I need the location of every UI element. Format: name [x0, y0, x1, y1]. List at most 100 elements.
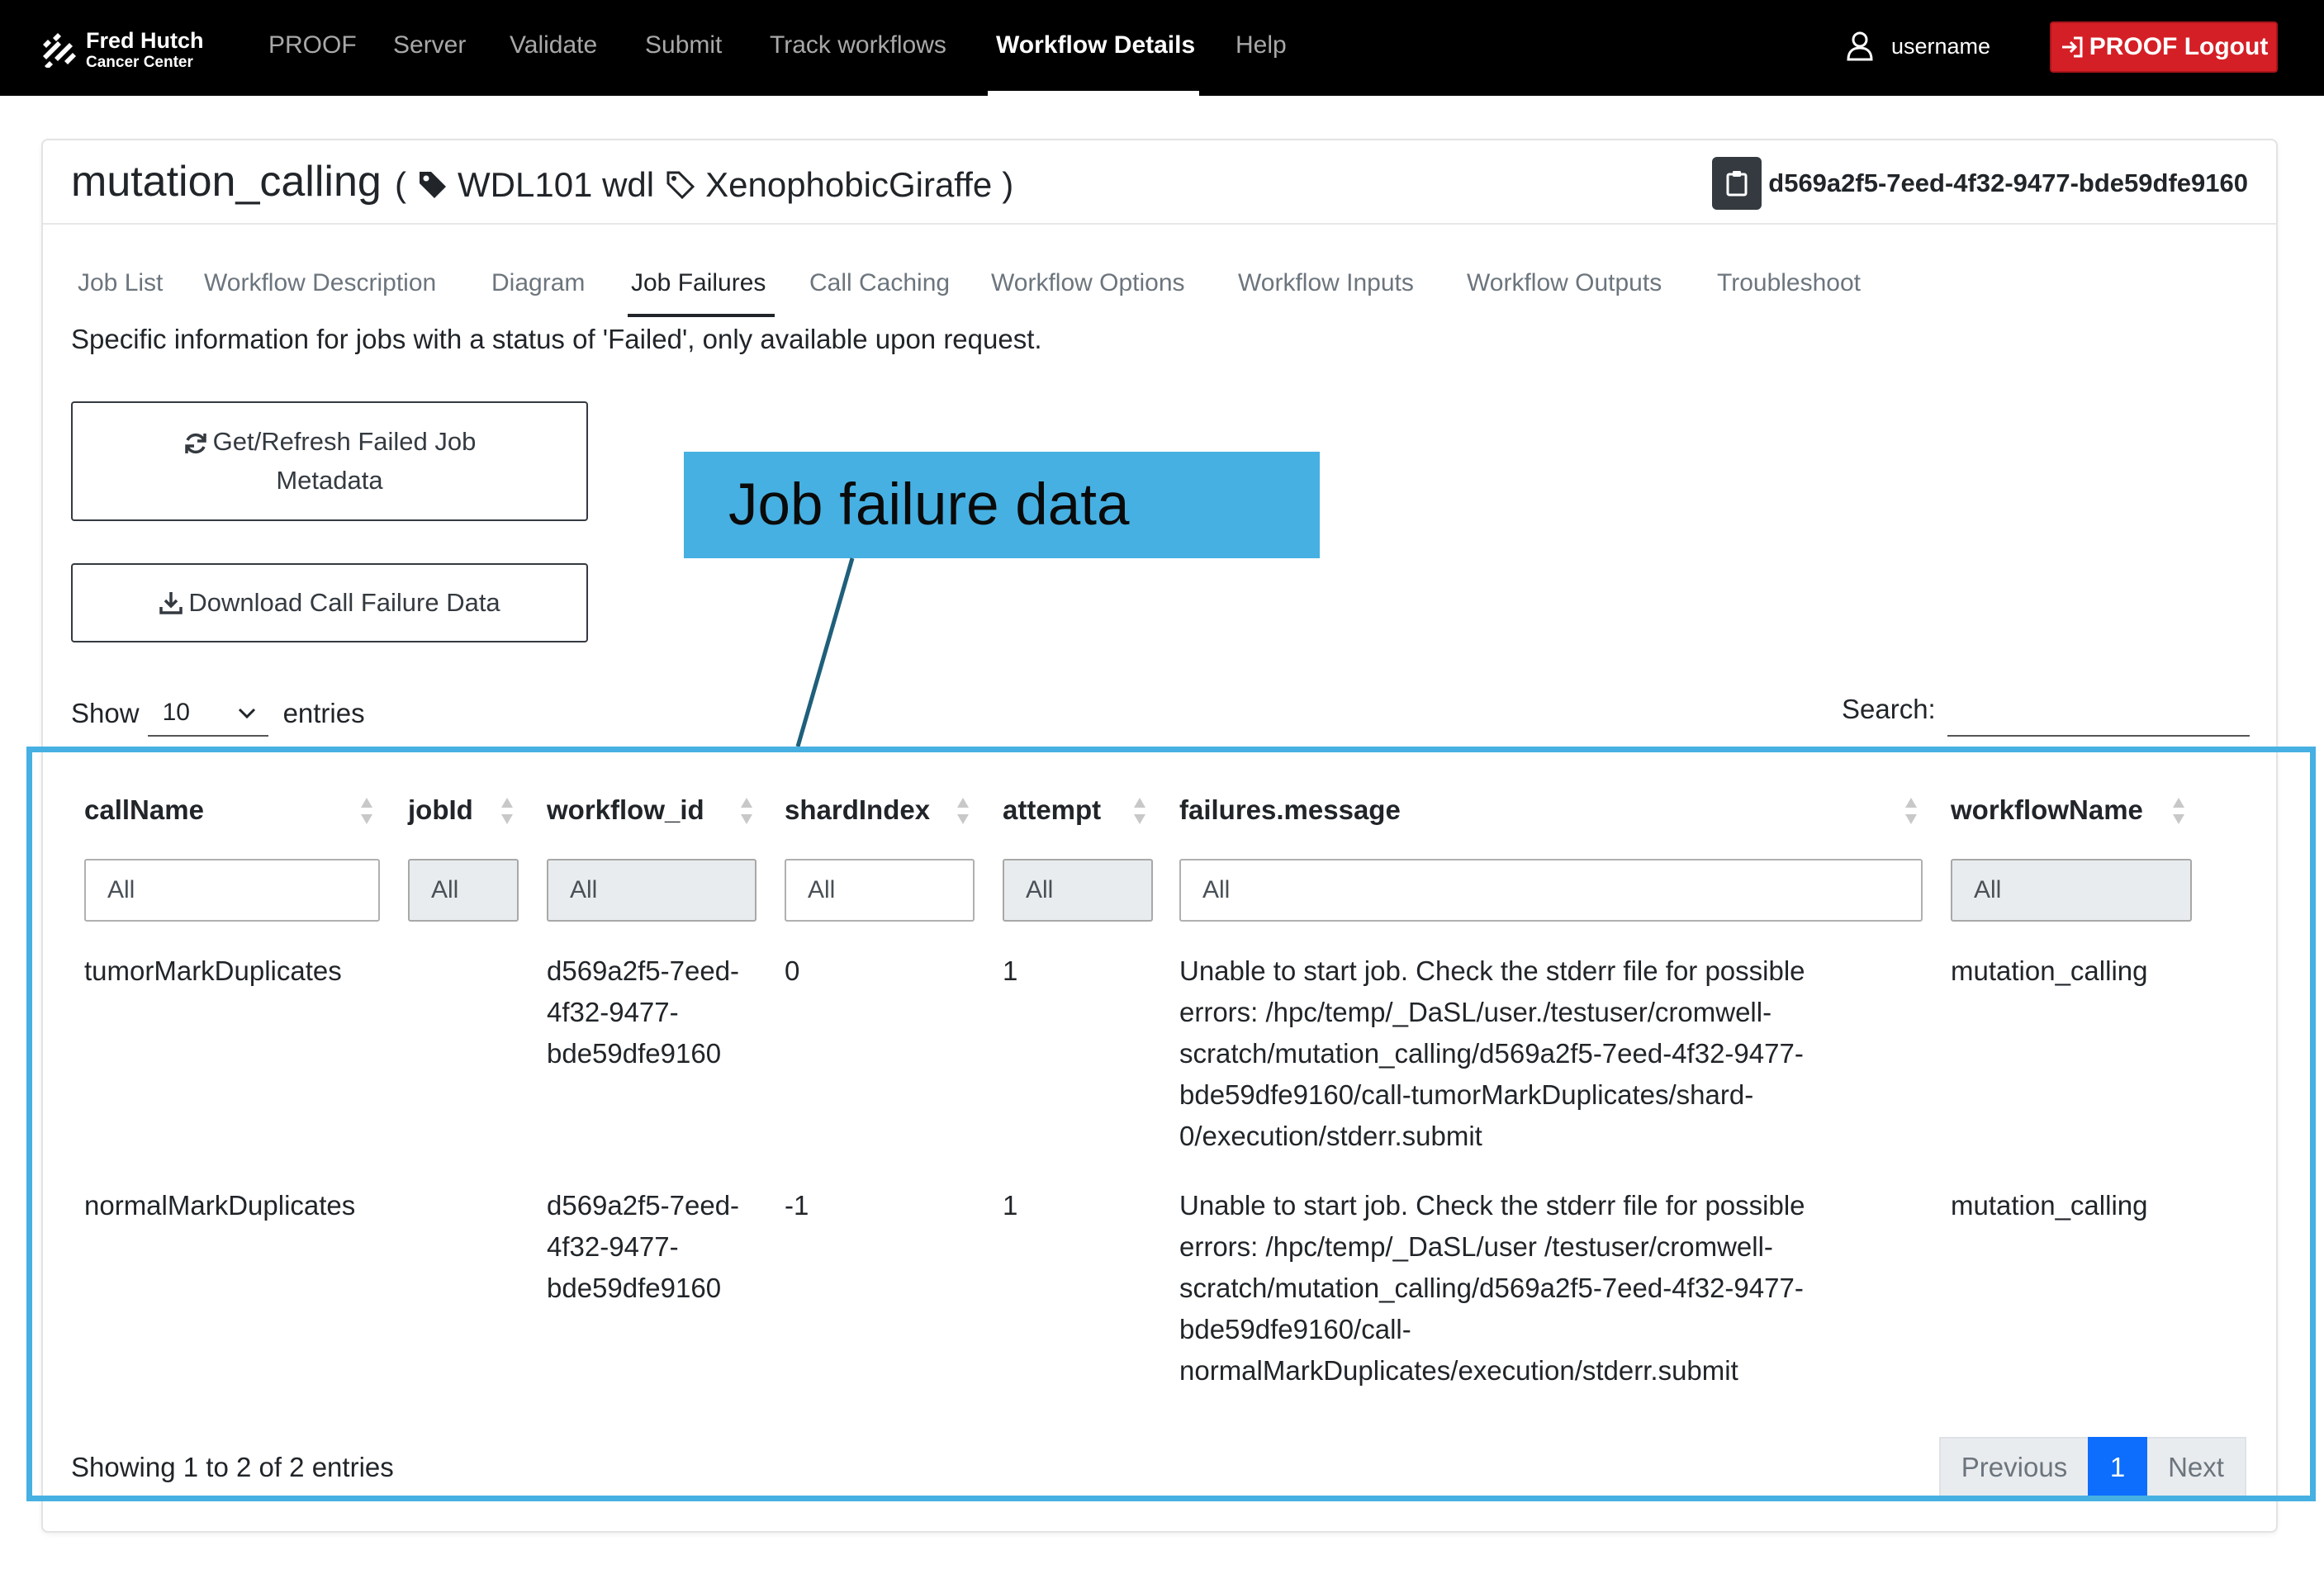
sort-icon[interactable] — [738, 794, 755, 827]
cell-shardindex: 0 — [785, 955, 800, 986]
search-input[interactable] — [1947, 690, 2250, 737]
cell-line: 4f32-9477- — [547, 997, 679, 1027]
tab-diagram[interactable]: Diagram — [491, 269, 585, 297]
logout-icon — [2061, 36, 2083, 58]
workflow-tags: ( WDL101 wdl XenophobicGiraffe ) — [395, 165, 1013, 205]
cell-callname: tumorMarkDuplicates — [84, 955, 342, 986]
cell-line: bde59dfe9160 — [547, 1273, 722, 1303]
user-menu[interactable]: username — [1847, 31, 1990, 61]
tab-job-list[interactable]: Job List — [78, 269, 163, 297]
nav-validate[interactable]: Validate — [510, 31, 597, 59]
column-header-workflow-id[interactable]: workflow_id — [547, 794, 704, 826]
workflow-id-text: d569a2f5-7eed-4f32-9477-bde59dfe9160 — [1768, 168, 2248, 197]
cell-line: Unable to start job. Check the stderr fi… — [1179, 1190, 1805, 1221]
user-icon — [1847, 31, 1873, 61]
show-label: Show — [71, 698, 140, 728]
cell-line: scratch/mutation_calling/d569a2f5-7eed-4… — [1179, 1273, 1804, 1303]
clipboard-icon — [1726, 171, 1748, 197]
page-length-value: 10 — [162, 699, 190, 726]
cell-workflowname: mutation_calling — [1951, 1190, 2148, 1221]
tab-workflow-inputs[interactable]: Workflow Inputs — [1238, 269, 1414, 297]
workflow-tag-language: WDL101 wdl — [458, 165, 655, 204]
top-navbar: Fred Hutch Cancer Center PROOF Server Va… — [0, 0, 2324, 96]
nav-proof[interactable]: PROOF — [268, 31, 357, 59]
filter-callname[interactable]: All — [84, 859, 380, 922]
sort-icon[interactable] — [1903, 794, 1919, 827]
cell-workflow-id: d569a2f5-7eed- 4f32-9477- bde59dfe9160 — [547, 1185, 739, 1309]
nav-help[interactable]: Help — [1236, 31, 1287, 59]
cell-callname: normalMarkDuplicates — [84, 1190, 356, 1221]
cell-line: bde59dfe9160/call-tumorMarkDuplicates/sh… — [1179, 1079, 1754, 1110]
cell-workflow-id: d569a2f5-7eed- 4f32-9477- bde59dfe9160 — [547, 951, 739, 1074]
fred-hutch-logo-icon — [43, 32, 76, 68]
pagination-page-1[interactable]: 1 — [2088, 1437, 2147, 1498]
column-header-shardindex[interactable]: shardIndex — [785, 794, 930, 826]
sort-icon[interactable] — [1131, 794, 1148, 827]
logout-label: PROOF Logout — [2089, 33, 2269, 60]
logout-button[interactable]: PROOF Logout — [2050, 21, 2278, 73]
cell-failures-message: Unable to start job. Check the stderr fi… — [1179, 1185, 1805, 1391]
cell-line: bde59dfe9160 — [547, 1038, 722, 1069]
brand-logo[interactable]: Fred Hutch Cancer Center — [41, 30, 204, 70]
search-label: Search: — [1842, 694, 1936, 724]
table-info: Showing 1 to 2 of 2 entries — [71, 1452, 394, 1482]
entries-label: entries — [282, 698, 365, 728]
page-length-select[interactable]: 10 — [147, 690, 268, 737]
column-header-workflowname[interactable]: workflowName — [1951, 794, 2143, 826]
annotation-callout: Job failure data — [684, 452, 1320, 558]
cell-shardindex: -1 — [785, 1190, 809, 1221]
sort-icon[interactable] — [499, 794, 515, 827]
tab-workflow-outputs[interactable]: Workflow Outputs — [1467, 269, 1662, 297]
filter-attempt[interactable]: All — [1003, 859, 1153, 922]
filter-workflow-id[interactable]: All — [547, 859, 756, 922]
tab-job-failures[interactable]: Job Failures — [631, 269, 766, 297]
cell-failures-message: Unable to start job. Check the stderr fi… — [1179, 951, 1805, 1157]
tab-active-indicator — [628, 314, 775, 317]
cell-workflowname: mutation_calling — [1951, 955, 2148, 986]
tab-call-caching[interactable]: Call Caching — [809, 269, 950, 297]
cell-attempt: 1 — [1003, 955, 1018, 986]
cell-attempt: 1 — [1003, 1190, 1018, 1221]
nav-workflow-details[interactable]: Workflow Details — [996, 31, 1195, 59]
column-header-jobid[interactable]: jobId — [408, 794, 473, 826]
close-paren: ) — [1002, 165, 1014, 204]
brand-subtitle: Cancer Center — [86, 54, 193, 71]
download-call-failure-data-button[interactable]: Download Call Failure Data — [71, 563, 588, 642]
nav-server[interactable]: Server — [393, 31, 466, 59]
cell-line: bde59dfe9160/call- — [1179, 1314, 1411, 1344]
filter-workflowname[interactable]: All — [1951, 859, 2192, 922]
tab-workflow-description[interactable]: Workflow Description — [204, 269, 436, 297]
pagination: Previous 1 Next — [1939, 1437, 2246, 1498]
cell-line: d569a2f5-7eed- — [547, 1190, 740, 1221]
column-header-callname[interactable]: callName — [84, 794, 204, 826]
sort-icon[interactable] — [358, 794, 375, 827]
download-label: Download Call Failure Data — [188, 587, 500, 617]
cell-line: 4f32-9477- — [547, 1231, 679, 1262]
filter-shardindex[interactable]: All — [785, 859, 975, 922]
nav-submit[interactable]: Submit — [645, 31, 722, 59]
column-header-failures-message[interactable]: failures.message — [1179, 794, 1401, 826]
tab-description: Specific information for jobs with a sta… — [71, 324, 1042, 354]
refresh-failed-job-metadata-button[interactable]: Get/Refresh Failed Job Metadata — [71, 401, 588, 521]
refresh-label-line1: Get/Refresh Failed Job — [212, 427, 477, 456]
refresh-icon — [184, 433, 206, 453]
pagination-next[interactable]: Next — [2147, 1437, 2246, 1498]
pagination-previous[interactable]: Previous — [1939, 1437, 2088, 1498]
chevron-down-icon — [238, 708, 255, 719]
column-header-attempt[interactable]: attempt — [1003, 794, 1101, 826]
open-paren: ( — [395, 165, 406, 204]
filter-failures-message[interactable]: All — [1179, 859, 1923, 922]
sort-icon[interactable] — [2170, 794, 2187, 827]
filter-jobid[interactable]: All — [408, 859, 519, 922]
copy-id-button[interactable] — [1712, 157, 1762, 210]
cell-line: scratch/mutation_calling/d569a2f5-7eed-4… — [1179, 1038, 1804, 1069]
nav-track-workflows[interactable]: Track workflows — [770, 31, 946, 59]
page-length-control: Show 10 entries — [71, 690, 365, 737]
brand-name: Fred Hutch — [86, 28, 204, 53]
workflow-id: d569a2f5-7eed-4f32-9477-bde59dfe9160 — [1712, 157, 2248, 210]
tab-troubleshoot[interactable]: Troubleshoot — [1717, 269, 1861, 297]
workflow-name: mutation_calling — [71, 158, 382, 206]
sort-icon[interactable] — [955, 794, 971, 827]
tab-workflow-options[interactable]: Workflow Options — [991, 269, 1185, 297]
cell-line: normalMarkDuplicates/execution/stderr.su… — [1179, 1355, 1738, 1386]
